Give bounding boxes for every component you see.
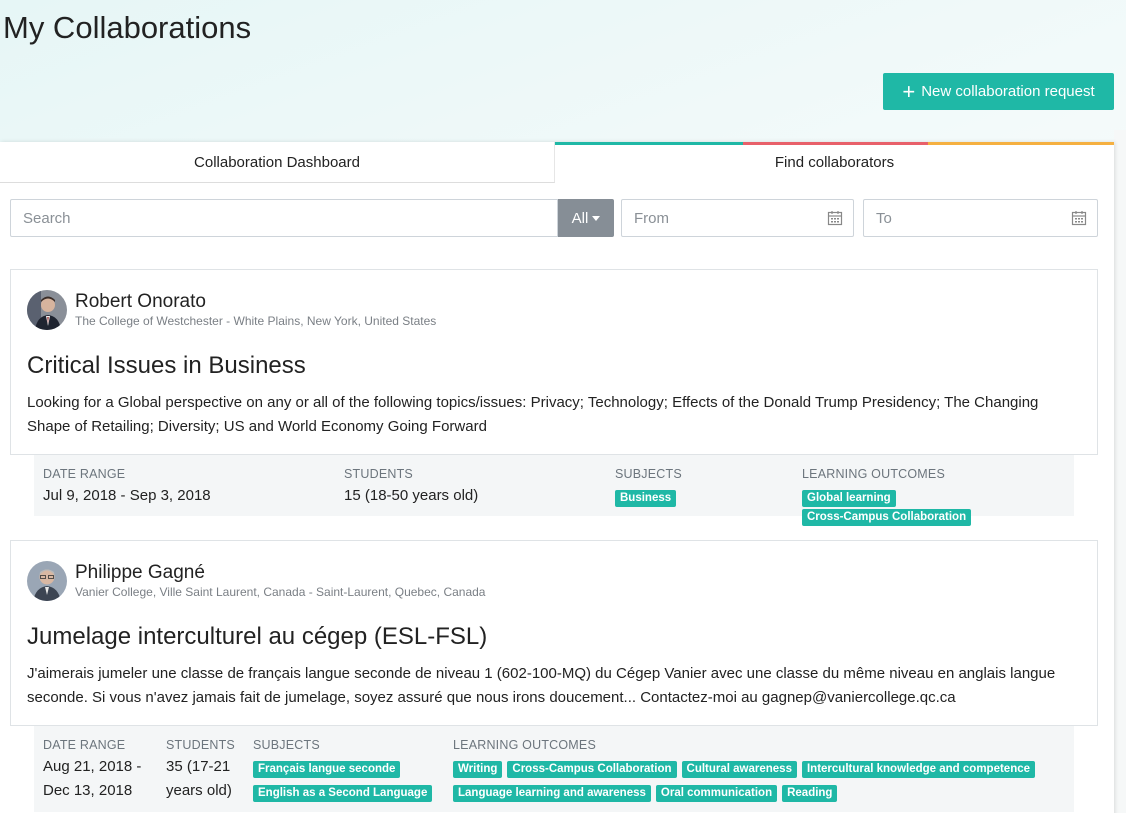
students-value: 15 (18-50 years old) <box>344 487 479 504</box>
search-input[interactable] <box>10 199 558 237</box>
date-range-label: DATE RANGE <box>43 467 126 481</box>
plus-icon: + <box>902 78 916 104</box>
students-value-line2: years old) <box>166 782 232 799</box>
learning-outcome-tag[interactable]: Oral communication <box>655 785 778 802</box>
tab-label: Collaboration Dashboard <box>194 153 360 171</box>
learning-outcome-tag[interactable]: Reading <box>782 785 838 802</box>
date-range-value-end: Dec 13, 2018 <box>43 782 133 799</box>
post-author: Robert Onorato The College of Westcheste… <box>27 290 1081 330</box>
from-date-field[interactable]: From <box>621 199 854 237</box>
tab-label: Find collaborators <box>774 154 895 171</box>
post-card[interactable]: Philippe Gagné Vanier College, Ville Sai… <box>10 540 1098 726</box>
category-dropdown-button[interactable]: All <box>558 199 614 237</box>
subjects-label: SUBJECTS <box>615 467 682 481</box>
tab-collaboration-dashboard[interactable]: Collaboration Dashboard <box>0 142 555 183</box>
subject-tag[interactable]: Français langue seconde <box>253 761 401 778</box>
subject-tags: English as a Second Language <box>253 783 437 802</box>
subject-tags: Business <box>615 488 681 507</box>
avatar <box>27 561 67 601</box>
date-range-value-start: Aug 21, 2018 - <box>43 758 142 775</box>
post-title[interactable]: Jumelage interculturel au cégep (ESL-FSL… <box>27 623 1081 651</box>
collaboration-post: Philippe Gagné Vanier College, Ville Sai… <box>10 540 1098 812</box>
students-label: STUDENTS <box>344 467 413 481</box>
post-meta: DATE RANGE Aug 21, 2018 - Dec 13, 2018 S… <box>34 726 1074 812</box>
page-title: My Collaborations <box>3 10 252 45</box>
learning-outcome-tag[interactable]: Cross-Campus Collaboration <box>802 509 972 526</box>
to-placeholder: To <box>876 209 892 227</box>
subjects-label: SUBJECTS <box>253 738 320 752</box>
author-institution: Vanier College, Ville Saint Laurent, Can… <box>75 585 486 599</box>
post-title[interactable]: Critical Issues in Business <box>27 352 1081 380</box>
learning-outcomes-label: LEARNING OUTCOMES <box>802 467 945 481</box>
date-range-label: DATE RANGE <box>43 738 126 752</box>
author-name[interactable]: Philippe Gagné <box>75 562 485 584</box>
learning-outcome-tag[interactable]: Cross-Campus Collaboration <box>507 761 677 778</box>
new-request-label: New collaboration request <box>921 83 1095 100</box>
post-meta: DATE RANGE Jul 9, 2018 - Sep 3, 2018 STU… <box>34 455 1074 526</box>
learning-outcome-tags: Writing Cross-Campus Collaboration Cultura… <box>453 759 1040 778</box>
students-label: STUDENTS <box>166 738 235 752</box>
tab-find-collaborators[interactable]: Find collaborators <box>555 142 1114 183</box>
subject-tag[interactable]: Business <box>615 490 677 507</box>
learning-outcome-tag[interactable]: Intercultural knowledge and competence <box>801 761 1036 778</box>
learning-outcome-tags: Global learning Cross-Campus Collaboratio… <box>802 488 1074 526</box>
scrollbar-track[interactable] <box>1114 130 1126 813</box>
post-author: Philippe Gagné Vanier College, Ville Sai… <box>27 561 1081 601</box>
learning-outcome-tag[interactable]: Language learning and awareness <box>453 785 651 802</box>
avatar <box>27 290 67 330</box>
category-label: All <box>571 209 589 227</box>
author-institution: The College of Westchester - White Plain… <box>75 314 437 328</box>
date-range-value: Jul 9, 2018 - Sep 3, 2018 <box>43 487 211 504</box>
author-name[interactable]: Robert Onorato <box>75 291 436 313</box>
tab-bar: Collaboration Dashboard Find collaborato… <box>0 142 1114 183</box>
active-tab-indicator-teal <box>555 142 743 145</box>
filter-bar: All From To <box>10 199 1098 237</box>
post-description: J'aimerais jumeler une classe de françai… <box>27 665 1056 706</box>
new-collaboration-request-button[interactable]: + New collaboration request <box>883 73 1114 110</box>
learning-outcome-tag[interactable]: Writing <box>453 761 503 778</box>
from-placeholder: From <box>634 209 669 227</box>
students-value-line1: 35 (17-21 <box>166 758 231 775</box>
collaboration-post: Robert Onorato The College of Westcheste… <box>10 269 1098 526</box>
post-card[interactable]: Robert Onorato The College of Westcheste… <box>10 269 1098 455</box>
to-date-field[interactable]: To <box>863 199 1098 237</box>
learning-outcome-tag[interactable]: Global learning <box>802 490 896 507</box>
caret-down-icon <box>592 215 601 221</box>
calendar-icon <box>1071 211 1087 226</box>
subject-tag[interactable]: English as a Second Language <box>253 785 433 802</box>
post-description: Looking for a Global perspective on any … <box>27 394 1039 435</box>
active-tab-indicator-red <box>743 142 928 145</box>
calendar-icon <box>827 211 843 226</box>
collaborations-panel: Collaboration Dashboard Find collaborato… <box>0 142 1114 813</box>
learning-outcome-tag[interactable]: Cultural awareness <box>681 761 797 778</box>
learning-outcome-tags: Language learning and awareness Oral comm… <box>453 783 842 802</box>
learning-outcomes-label: LEARNING OUTCOMES <box>453 738 596 752</box>
active-tab-indicator-orange <box>928 142 1114 145</box>
subject-tags: Français langue seconde <box>253 759 405 778</box>
